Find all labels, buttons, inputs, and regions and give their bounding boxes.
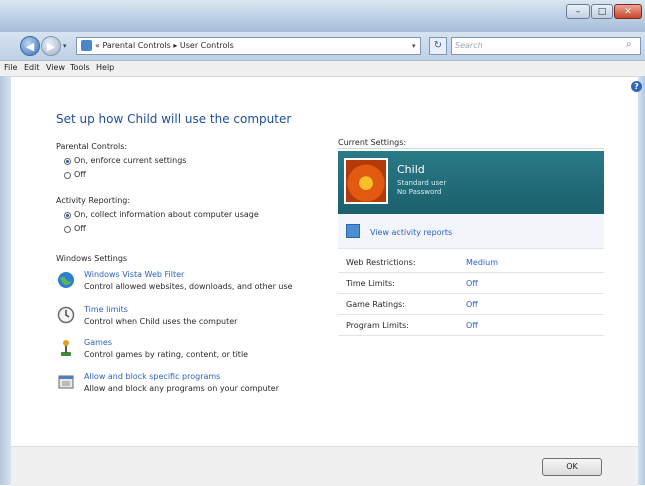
parental-on-label[interactable]: On, enforce current settings	[74, 156, 186, 165]
program-limits-value[interactable]: Off	[466, 321, 478, 330]
game-ratings-key: Game Ratings:	[346, 300, 406, 309]
web-filter-link[interactable]: Windows Vista Web Filter	[84, 270, 184, 279]
menu-edit[interactable]: Edit	[24, 63, 40, 72]
user-avatar	[344, 158, 388, 204]
control-panel-icon	[81, 40, 92, 51]
programs-desc: Allow and block any programs on your com…	[84, 384, 279, 393]
parental-on-radio[interactable]	[64, 158, 71, 165]
title-bar	[0, 0, 645, 32]
parental-off-label[interactable]: Off	[74, 170, 86, 179]
web-restrictions-value[interactable]: Medium	[466, 258, 498, 267]
menu-help[interactable]: Help	[96, 63, 114, 72]
current-settings-label: Current Settings:	[338, 138, 407, 147]
refresh-button[interactable]: ↻	[429, 37, 447, 55]
activity-on-radio[interactable]	[64, 212, 71, 219]
forward-button[interactable]: ▶	[41, 36, 61, 56]
divider	[338, 148, 604, 149]
window-right-border	[638, 76, 645, 485]
activity-reporting-label: Activity Reporting:	[56, 196, 131, 205]
activity-off-radio[interactable]	[64, 226, 71, 233]
user-name: Child	[397, 163, 425, 176]
web-restrictions-key: Web Restrictions:	[346, 258, 416, 267]
joystick-icon	[61, 340, 71, 356]
help-icon[interactable]: ?	[631, 81, 642, 92]
search-placeholder: Search	[455, 41, 483, 50]
search-icon[interactable]: ⌕	[626, 39, 632, 50]
address-dropdown-icon[interactable]: ▾	[412, 42, 416, 50]
row-divider	[338, 272, 604, 273]
time-limits-desc: Control when Child uses the computer	[84, 317, 238, 326]
games-desc: Control games by rating, content, or tit…	[84, 350, 249, 359]
programs-link[interactable]: Allow and block specific programs	[84, 372, 220, 381]
time-limits-value[interactable]: Off	[466, 279, 478, 288]
row-divider	[338, 314, 604, 315]
program-limits-key: Program Limits:	[346, 321, 409, 330]
back-button[interactable]: ◀	[20, 36, 40, 56]
window-left-border	[0, 76, 11, 485]
address-bar[interactable]: « Parental Controls ▸ User Controls	[76, 37, 421, 55]
page-title: Set up how Child will use the computer	[56, 112, 292, 126]
time-limits-link[interactable]: Time limits	[84, 305, 128, 314]
time-limits-key: Time Limits:	[346, 279, 395, 288]
game-ratings-value[interactable]: Off	[466, 300, 478, 309]
programs-icon	[58, 375, 74, 389]
menu-file[interactable]: File	[4, 63, 17, 72]
user-role: Standard user	[397, 179, 447, 187]
web-filter-desc: Control allowed websites, downloads, and…	[84, 282, 293, 291]
windows-settings-label: Windows Settings	[56, 254, 128, 263]
activity-off-label[interactable]: Off	[74, 224, 86, 233]
activity-on-label[interactable]: On, collect information about computer u…	[74, 210, 259, 219]
globe-icon	[58, 272, 74, 288]
minimize-button[interactable]: –	[566, 4, 590, 19]
row-divider	[338, 293, 604, 294]
row-divider	[338, 335, 604, 336]
address-breadcrumb[interactable]: « Parental Controls ▸ User Controls	[95, 41, 234, 50]
maximize-button[interactable]: □	[591, 4, 613, 19]
user-password-status: No Password	[397, 188, 442, 196]
games-link[interactable]: Games	[84, 338, 112, 347]
view-activity-reports-link[interactable]: View activity reports	[370, 228, 452, 237]
menu-view[interactable]: View	[46, 63, 65, 72]
parental-off-radio[interactable]	[64, 172, 71, 179]
parental-controls-label: Parental Controls:	[56, 142, 128, 151]
report-icon	[346, 224, 360, 238]
clock-icon	[57, 306, 75, 324]
menu-tools[interactable]: Tools	[70, 63, 90, 72]
history-dropdown-icon[interactable]: ▾	[63, 42, 67, 50]
ok-button[interactable]: OK	[542, 458, 602, 476]
close-button[interactable]: ✕	[614, 4, 642, 19]
